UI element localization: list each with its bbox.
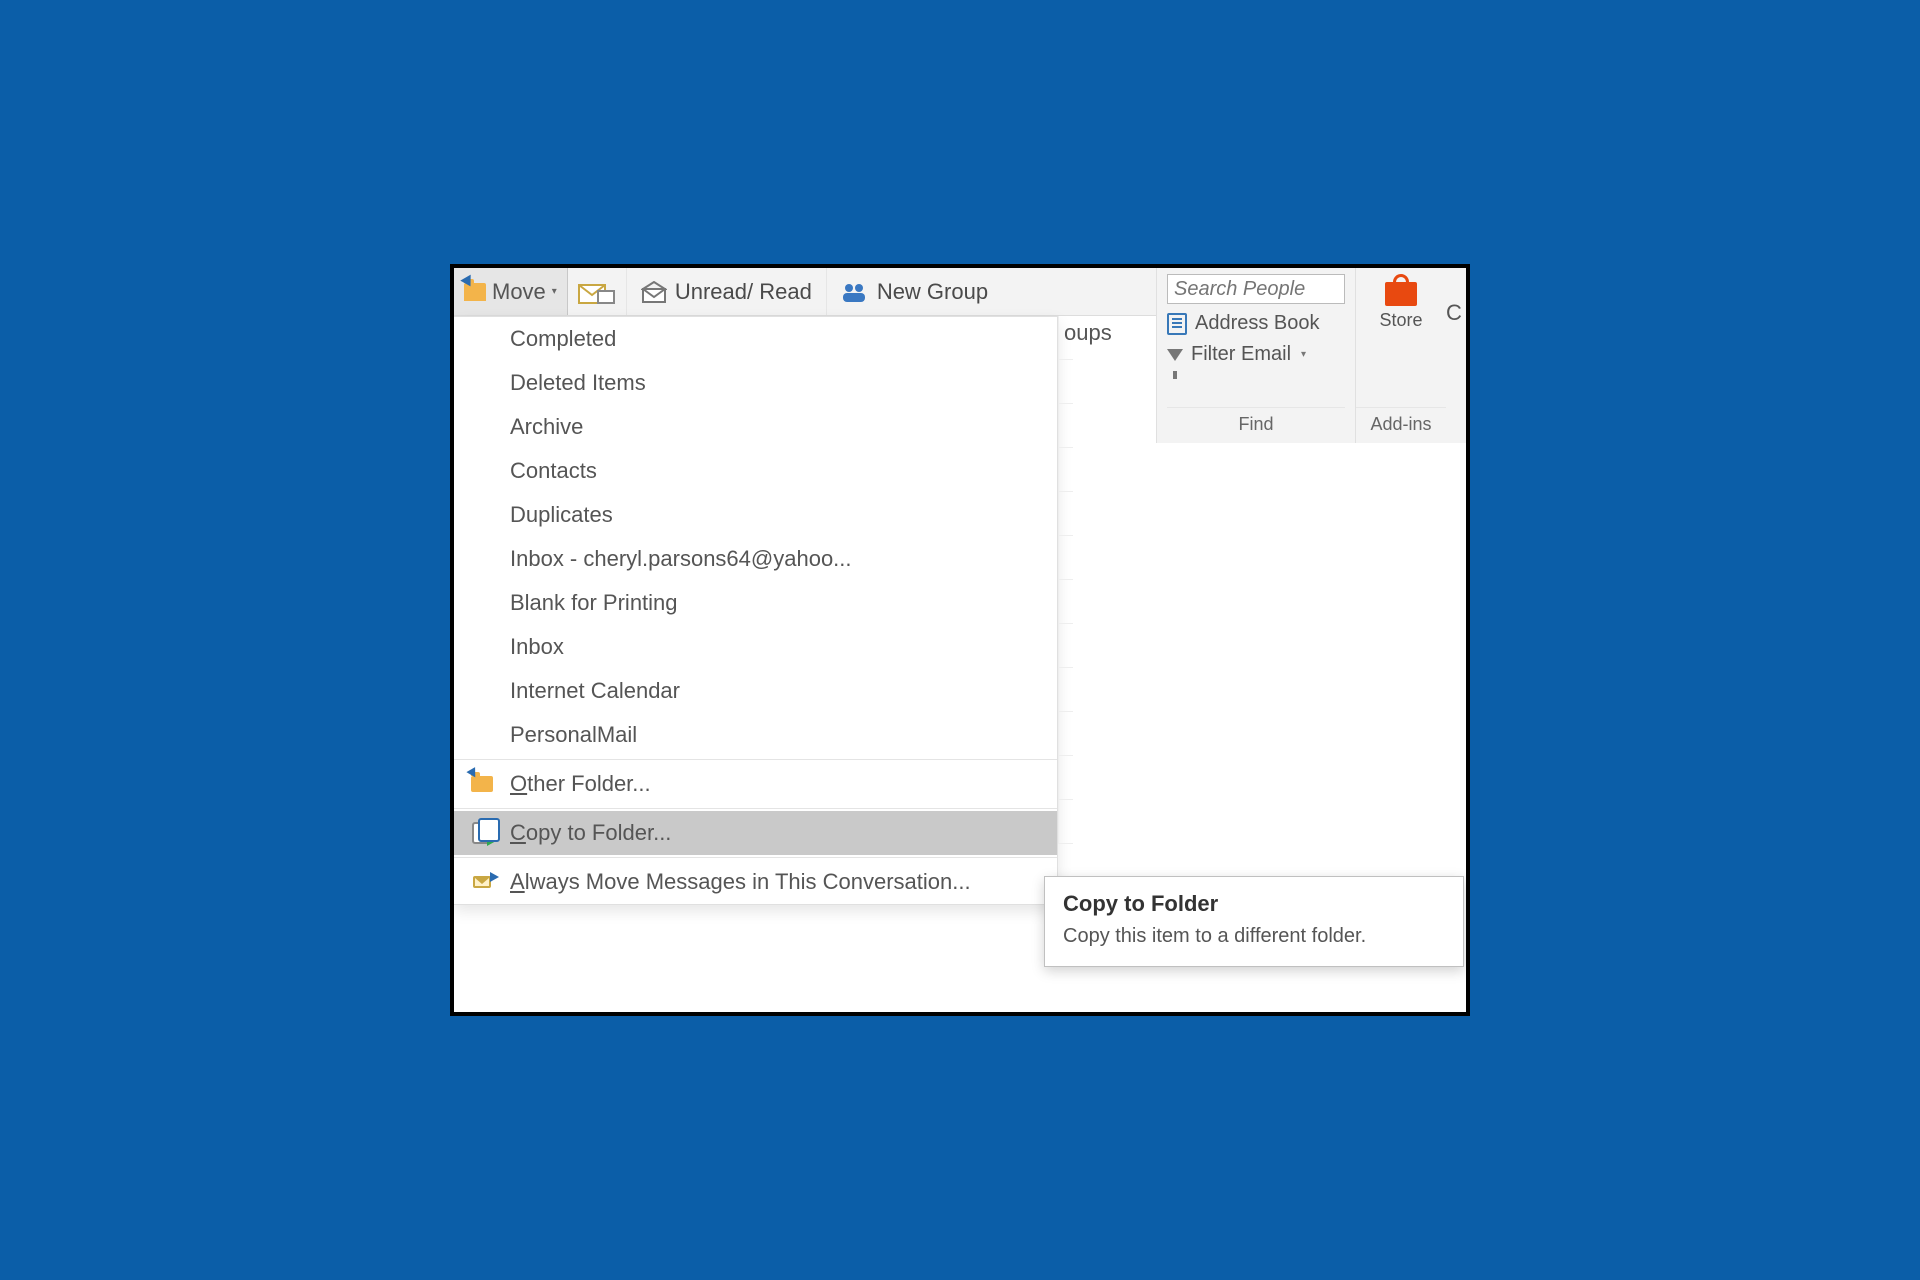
people-group-icon (841, 281, 869, 303)
ribbon-right-cluster: Address Book Filter Email ▾ Find Store A… (1156, 268, 1466, 443)
tooltip-copy-to-folder: Copy to Folder Copy this item to a diffe… (1044, 876, 1464, 967)
store-bag-icon[interactable] (1381, 272, 1421, 306)
address-book-icon (1167, 313, 1187, 335)
search-people-input[interactable] (1167, 274, 1345, 304)
unread-read-label: Unread/ Read (675, 279, 812, 305)
addins-group: Store Add-ins (1356, 268, 1446, 443)
menu-folder-inbox[interactable]: Inbox (454, 625, 1057, 669)
move-dropdown-button[interactable]: Move ▾ (454, 268, 568, 315)
store-label[interactable]: Store (1379, 310, 1422, 331)
rules-button[interactable] (568, 268, 627, 315)
menu-folder-deleted-items[interactable]: Deleted Items (454, 361, 1057, 405)
tooltip-body: Copy this item to a different folder. (1063, 925, 1445, 948)
menu-item-label: Contacts (510, 458, 597, 484)
truncated-right-char: C (1446, 268, 1466, 443)
menu-item-label: Completed (510, 326, 616, 352)
menu-item-label: Duplicates (510, 502, 613, 528)
menu-item-label: Inbox - cheryl.parsons64@yahoo... (510, 546, 852, 572)
filter-funnel-icon (1167, 349, 1183, 361)
envelope-open-icon (641, 281, 667, 303)
menu-folder-contacts[interactable]: Contacts (454, 449, 1057, 493)
addins-group-label: Add-ins (1356, 407, 1446, 443)
menu-item-label: Other Folder... (510, 771, 651, 797)
menu-item-label: PersonalMail (510, 722, 637, 748)
filter-email-label: Filter Email (1191, 343, 1291, 366)
menu-folder-blank-printing[interactable]: Blank for Printing (454, 581, 1057, 625)
menu-folder-archive[interactable]: Archive (454, 405, 1057, 449)
menu-separator (454, 759, 1057, 760)
menu-always-move[interactable]: Always Move Messages in This Conversatio… (454, 860, 1057, 904)
new-group-button[interactable]: New Group (827, 268, 1002, 315)
filter-email-button[interactable]: Filter Email ▾ (1167, 343, 1345, 366)
folder-move-icon (464, 283, 486, 301)
find-group-label: Find (1167, 407, 1345, 443)
menu-item-label: Archive (510, 414, 583, 440)
menu-copy-to-folder[interactable]: Copy to Folder... (454, 811, 1057, 855)
move-label: Move (492, 279, 546, 305)
menu-item-label: Inbox (510, 634, 564, 660)
chevron-down-icon: ▾ (552, 286, 557, 297)
menu-other-folder[interactable]: Other Folder... (454, 762, 1057, 806)
chevron-down-icon: ▾ (1301, 349, 1306, 360)
address-book-button[interactable]: Address Book (1167, 312, 1345, 335)
find-group: Address Book Filter Email ▾ Find (1156, 268, 1356, 443)
menu-item-label: Internet Calendar (510, 678, 680, 704)
new-group-label: New Group (877, 279, 988, 305)
always-move-icon (468, 868, 496, 896)
menu-folder-duplicates[interactable]: Duplicates (454, 493, 1057, 537)
outlook-ribbon-frame: Move ▾ Unread/ Read New Group oups (450, 264, 1470, 1016)
menu-separator (454, 857, 1057, 858)
menu-item-label: Copy to Folder... (510, 820, 671, 846)
folder-move-icon (468, 770, 496, 798)
address-book-label: Address Book (1195, 312, 1320, 335)
menu-folder-completed[interactable]: Completed (454, 317, 1057, 361)
envelope-rule-icon (578, 279, 616, 305)
tooltip-title: Copy to Folder (1063, 891, 1445, 917)
menu-item-label: Always Move Messages in This Conversatio… (510, 869, 971, 895)
menu-item-label: Deleted Items (510, 370, 646, 396)
menu-folder-internet-calendar[interactable]: Internet Calendar (454, 669, 1057, 713)
menu-item-label: Blank for Printing (510, 590, 678, 616)
move-dropdown-menu: Completed Deleted Items Archive Contacts… (454, 316, 1058, 905)
copy-folder-icon (468, 819, 496, 847)
menu-folder-inbox-account[interactable]: Inbox - cheryl.parsons64@yahoo... (454, 537, 1057, 581)
menu-folder-personalmail[interactable]: PersonalMail (454, 713, 1057, 757)
unread-read-button[interactable]: Unread/ Read (627, 268, 827, 315)
menu-separator (454, 808, 1057, 809)
